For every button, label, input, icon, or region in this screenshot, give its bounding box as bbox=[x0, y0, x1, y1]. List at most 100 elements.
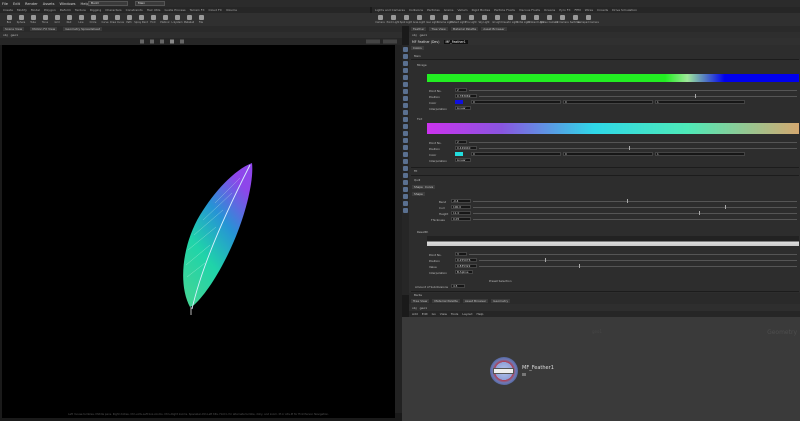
pane-tool-icon[interactable] bbox=[403, 47, 408, 52]
shelf-tab-3[interactable]: Grains bbox=[444, 8, 454, 12]
tool-button[interactable]: Geo Light bbox=[426, 14, 438, 24]
tab-feather[interactable]: Feather bbox=[411, 27, 427, 31]
shelf-tab-6[interactable]: Rigging bbox=[90, 8, 101, 12]
tool-button[interactable]: Volume Light bbox=[437, 14, 453, 24]
tool-button[interactable]: Distant Light bbox=[450, 14, 466, 24]
shelf-tab-5[interactable]: Texture bbox=[75, 8, 86, 12]
tool-button[interactable]: Box bbox=[4, 14, 14, 24]
ramp1-position[interactable]: 0.783069 bbox=[455, 94, 477, 98]
tool-button[interactable]: Portal Light bbox=[516, 14, 530, 24]
node-name-field[interactable]: MF_Feather1 bbox=[443, 39, 468, 44]
pane-tool-icon[interactable] bbox=[403, 82, 408, 87]
slider-knob[interactable] bbox=[725, 205, 726, 209]
slider-knob[interactable] bbox=[699, 211, 700, 215]
shelf-tab-3[interactable]: Polygon bbox=[44, 8, 56, 12]
ramp3-point-no[interactable]: 3 bbox=[455, 252, 467, 256]
shelf-tab-9[interactable]: Pyro FX bbox=[559, 8, 570, 12]
ramp1-point-no[interactable]: 2 bbox=[455, 88, 467, 92]
section-barbs[interactable]: Barbs bbox=[414, 293, 422, 297]
shelf-tab-4[interactable]: Deform bbox=[60, 8, 71, 12]
ramp1-interpolation[interactable]: Linear bbox=[455, 106, 471, 110]
tool-button[interactable]: Env Light bbox=[465, 14, 477, 24]
tool-button[interactable]: Font bbox=[148, 14, 158, 24]
tool-button[interactable]: VR Camera bbox=[555, 14, 569, 24]
feather-node-body[interactable] bbox=[493, 368, 514, 374]
tab-material-palette[interactable]: Material Palette bbox=[450, 27, 479, 31]
feather-node-label[interactable]: MF_Feather1 bbox=[522, 365, 554, 371]
pane-tool-icon[interactable] bbox=[403, 201, 408, 206]
pane-tool-icon[interactable] bbox=[403, 110, 408, 115]
tool-button[interactable]: Caustic Light bbox=[502, 14, 518, 24]
ramp2-color-b[interactable]: 1 bbox=[655, 152, 745, 156]
shelf-tab-10[interactable]: FEM bbox=[575, 8, 581, 12]
tool-button[interactable]: Camera bbox=[375, 14, 385, 24]
ramp1-color-g[interactable]: 0 bbox=[563, 100, 653, 104]
bend-field[interactable]: -0.4 bbox=[451, 199, 471, 203]
net-menu-help[interactable]: Help bbox=[477, 312, 484, 316]
height-field[interactable]: 11.0 bbox=[451, 211, 471, 215]
path-geo1[interactable]: geo1 bbox=[420, 306, 428, 310]
tab-asset-browser[interactable]: Asset Browser bbox=[481, 27, 507, 31]
viewport[interactable] bbox=[2, 45, 395, 413]
shelf-tab-7[interactable]: Viscous Fluids bbox=[519, 8, 540, 12]
path-obj[interactable]: obj bbox=[412, 33, 417, 37]
ramp3-position[interactable]: 0.255076 bbox=[455, 258, 477, 262]
tool-button[interactable]: Sky Light bbox=[479, 14, 489, 24]
shelf-tab-9[interactable]: Hair Utils bbox=[147, 8, 161, 12]
tool-button[interactable]: Curve bbox=[100, 14, 110, 24]
tool-button[interactable]: Metaball bbox=[184, 14, 194, 24]
pane-tool-icon[interactable] bbox=[403, 89, 408, 94]
tool-button[interactable]: Torus bbox=[40, 14, 50, 24]
ramp2-position[interactable]: 0.449940 bbox=[455, 146, 477, 150]
thickness-field[interactable]: 0.05 bbox=[451, 217, 471, 221]
ramp3-value[interactable]: 0.835322 bbox=[455, 264, 477, 268]
shelf-tab-2[interactable]: Model bbox=[31, 8, 40, 12]
pane-tool-icon[interactable] bbox=[403, 54, 408, 59]
ramp1-color-b[interactable]: 1 bbox=[655, 100, 745, 104]
pane-tool-icon[interactable] bbox=[403, 117, 408, 122]
ramp2-interpolation[interactable]: Linear bbox=[455, 158, 471, 162]
pane-tool-icon[interactable] bbox=[403, 145, 408, 150]
tool-button[interactable]: Circle bbox=[88, 14, 98, 24]
rewidth-ramp[interactable] bbox=[427, 236, 799, 246]
menu-assets[interactable]: Assets bbox=[43, 2, 55, 6]
pane-tool-icon[interactable] bbox=[403, 103, 408, 108]
tool-button[interactable]: Gamepad Camera bbox=[577, 14, 599, 24]
tab-material-palette[interactable]: Material Palette bbox=[432, 299, 460, 303]
shelf-tab-11[interactable]: Wires bbox=[585, 8, 593, 12]
tool-button[interactable]: Area Light bbox=[413, 14, 425, 24]
shelf-tab-13[interactable]: Volume bbox=[226, 8, 237, 12]
tab-geometry-spreadsheet[interactable]: Geometry Spreadsheet bbox=[63, 27, 103, 31]
tab-geometry[interactable]: Geometry bbox=[491, 299, 511, 303]
tab-asset-browser[interactable]: Asset Browser bbox=[462, 299, 489, 303]
main-selector[interactable]: Main bbox=[135, 1, 165, 6]
mirage-color-ramp[interactable] bbox=[427, 74, 799, 82]
ramp2-color-g[interactable]: 0 bbox=[563, 152, 653, 156]
tab-scene-view[interactable]: Scene View bbox=[3, 27, 25, 31]
pane-tool-icon[interactable] bbox=[403, 131, 408, 136]
shelf-tab-13[interactable]: Drive Simulation bbox=[612, 8, 637, 12]
pane-tool-icon[interactable] bbox=[403, 159, 408, 164]
tool-button[interactable]: Sphere bbox=[16, 14, 26, 24]
shelf-tab-12[interactable]: Cloud FX bbox=[209, 8, 222, 12]
slider-knob[interactable] bbox=[695, 94, 696, 98]
desktop-selector[interactable]: Build bbox=[88, 1, 128, 6]
ramp1-swatch[interactable] bbox=[455, 100, 463, 104]
tool-button[interactable]: L-System bbox=[171, 14, 183, 24]
net-menu-layout[interactable]: Layout bbox=[462, 312, 472, 316]
pane-tool-icon[interactable] bbox=[403, 124, 408, 129]
menu-render[interactable]: Render bbox=[25, 2, 38, 6]
preset-selection-label[interactable]: Preset Selection bbox=[489, 279, 512, 283]
pane-tool-icon[interactable] bbox=[403, 208, 408, 213]
curl-field[interactable]: 100.0 bbox=[451, 205, 471, 209]
path-obj[interactable]: obj bbox=[3, 33, 8, 37]
shelf-tab-1[interactable]: Collisions bbox=[409, 8, 423, 12]
path-geo1[interactable]: geo1 bbox=[11, 33, 19, 37]
slider-knob[interactable] bbox=[579, 264, 580, 268]
section-main[interactable]: Main bbox=[414, 54, 421, 58]
pane-tool-icon[interactable] bbox=[403, 187, 408, 192]
pane-tool-icon[interactable] bbox=[403, 138, 408, 143]
pane-tool-icon[interactable] bbox=[403, 68, 408, 73]
ramp2-swatch[interactable] bbox=[455, 152, 463, 156]
shelf-tab-11[interactable]: Terrain FX bbox=[190, 8, 205, 12]
